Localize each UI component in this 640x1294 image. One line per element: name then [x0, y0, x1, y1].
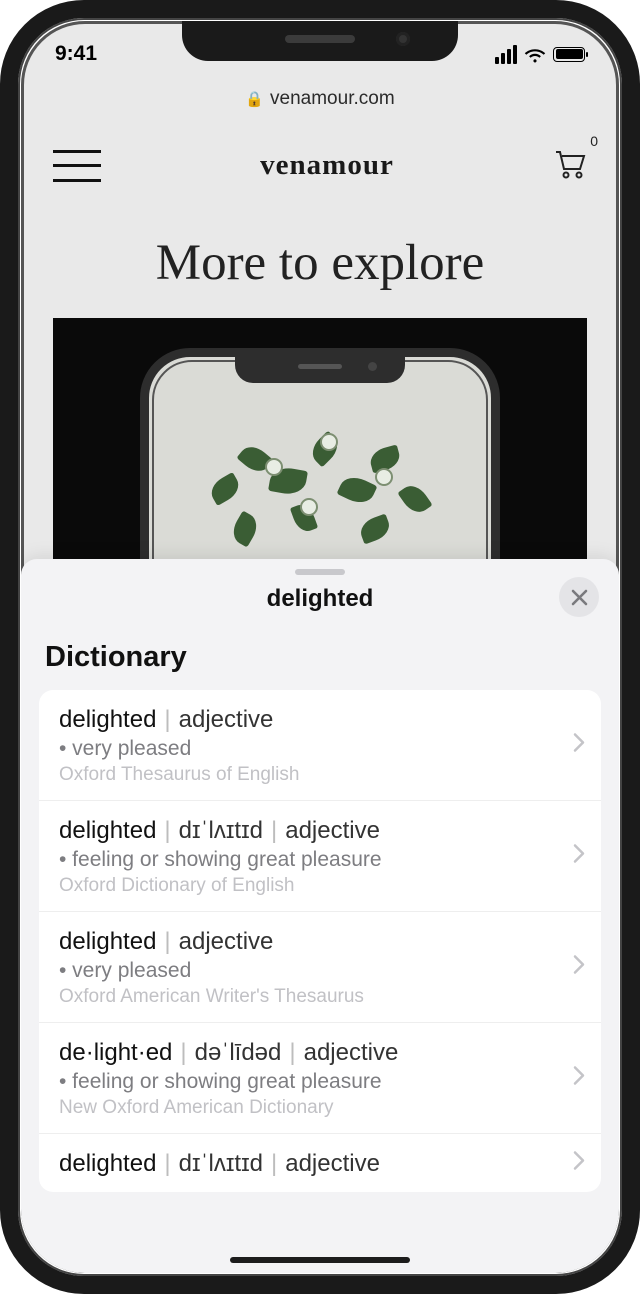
entry-pos: adjective	[285, 817, 380, 844]
lock-icon: 🔒	[245, 90, 264, 108]
dictionary-entry[interactable]: delighted|adjective • very pleased Oxfor…	[39, 690, 601, 801]
entry-word: delighted	[59, 1150, 156, 1177]
dictionary-entry[interactable]: delighted|dɪˈlʌɪtɪd|adjective • feeling …	[39, 801, 601, 912]
volume-down	[0, 376, 3, 462]
dictionary-results: delighted|adjective • very pleased Oxfor…	[39, 690, 601, 1192]
lookup-sheet[interactable]: delighted Dictionary delighted|adjective…	[21, 559, 619, 1273]
entry-pronunciation: dɪˈlʌɪtɪd	[179, 817, 263, 844]
home-indicator[interactable]	[230, 1257, 410, 1263]
mute-switch	[0, 190, 3, 234]
entry-pronunciation: dəˈlīdəd	[195, 1039, 282, 1066]
dictionary-entry[interactable]: delighted|adjective • very pleased Oxfor…	[39, 912, 601, 1023]
entry-pos: adjective	[179, 706, 274, 733]
dictionary-entry[interactable]: de·light·ed|dəˈlīdəd|adjective • feeling…	[39, 1023, 601, 1134]
entry-definition: • feeling or showing great pleasure	[59, 1070, 549, 1094]
front-camera	[396, 32, 410, 46]
menu-button[interactable]	[53, 150, 101, 182]
entry-source: New Oxford American Dictionary	[59, 1097, 549, 1119]
speaker	[285, 35, 355, 43]
entry-word: de·light·ed	[59, 1039, 172, 1066]
site-logo[interactable]: venamour	[260, 149, 394, 182]
wifi-icon	[524, 46, 546, 62]
sheet-header: delighted	[21, 575, 619, 635]
chevron-right-icon	[573, 844, 585, 869]
chevron-right-icon	[573, 1066, 585, 1091]
entry-source: Oxford Thesaurus of English	[59, 764, 549, 786]
entry-source: Oxford American Writer's Thesaurus	[59, 986, 549, 1008]
entry-pos: adjective	[285, 1150, 380, 1177]
entry-pos: adjective	[179, 928, 274, 955]
browser-address-bar[interactable]: 🔒 venamour.com	[21, 79, 619, 119]
browser-domain: venamour.com	[270, 88, 395, 110]
chevron-right-icon	[573, 955, 585, 980]
page-heading: More to explore	[41, 234, 599, 292]
site-nav: venamour 0	[21, 119, 619, 196]
volume-up	[0, 268, 3, 354]
section-heading: Dictionary	[21, 635, 619, 690]
entry-pos: adjective	[304, 1039, 399, 1066]
chevron-right-icon	[573, 733, 585, 758]
cellular-signal-icon	[495, 45, 517, 64]
chevron-right-icon	[573, 1151, 585, 1176]
hero: More to explore	[21, 196, 619, 318]
entry-word: delighted	[59, 706, 156, 733]
entry-word: delighted	[59, 928, 156, 955]
screen: 9:41 🔒 venamour.com venamour 0	[21, 21, 619, 1273]
lookup-word: delighted	[21, 585, 619, 613]
cart-button[interactable]: 0	[553, 147, 587, 184]
battery-icon	[553, 47, 585, 62]
entry-source: Oxford Dictionary of English	[59, 875, 549, 897]
device-mockup: 9:41 🔒 venamour.com venamour 0	[0, 0, 640, 1294]
close-button[interactable]	[559, 577, 599, 617]
entry-definition: • very pleased	[59, 959, 549, 983]
status-time: 9:41	[55, 42, 97, 66]
entry-definition: • feeling or showing great pleasure	[59, 848, 549, 872]
entry-pronunciation: dɪˈlʌɪtɪd	[179, 1150, 263, 1177]
entry-word: delighted	[59, 817, 156, 844]
cart-count: 0	[590, 133, 598, 149]
notch	[182, 21, 458, 61]
dictionary-entry[interactable]: delighted|dɪˈlʌɪtɪd|adjective	[39, 1134, 601, 1192]
entry-definition: • very pleased	[59, 737, 549, 761]
